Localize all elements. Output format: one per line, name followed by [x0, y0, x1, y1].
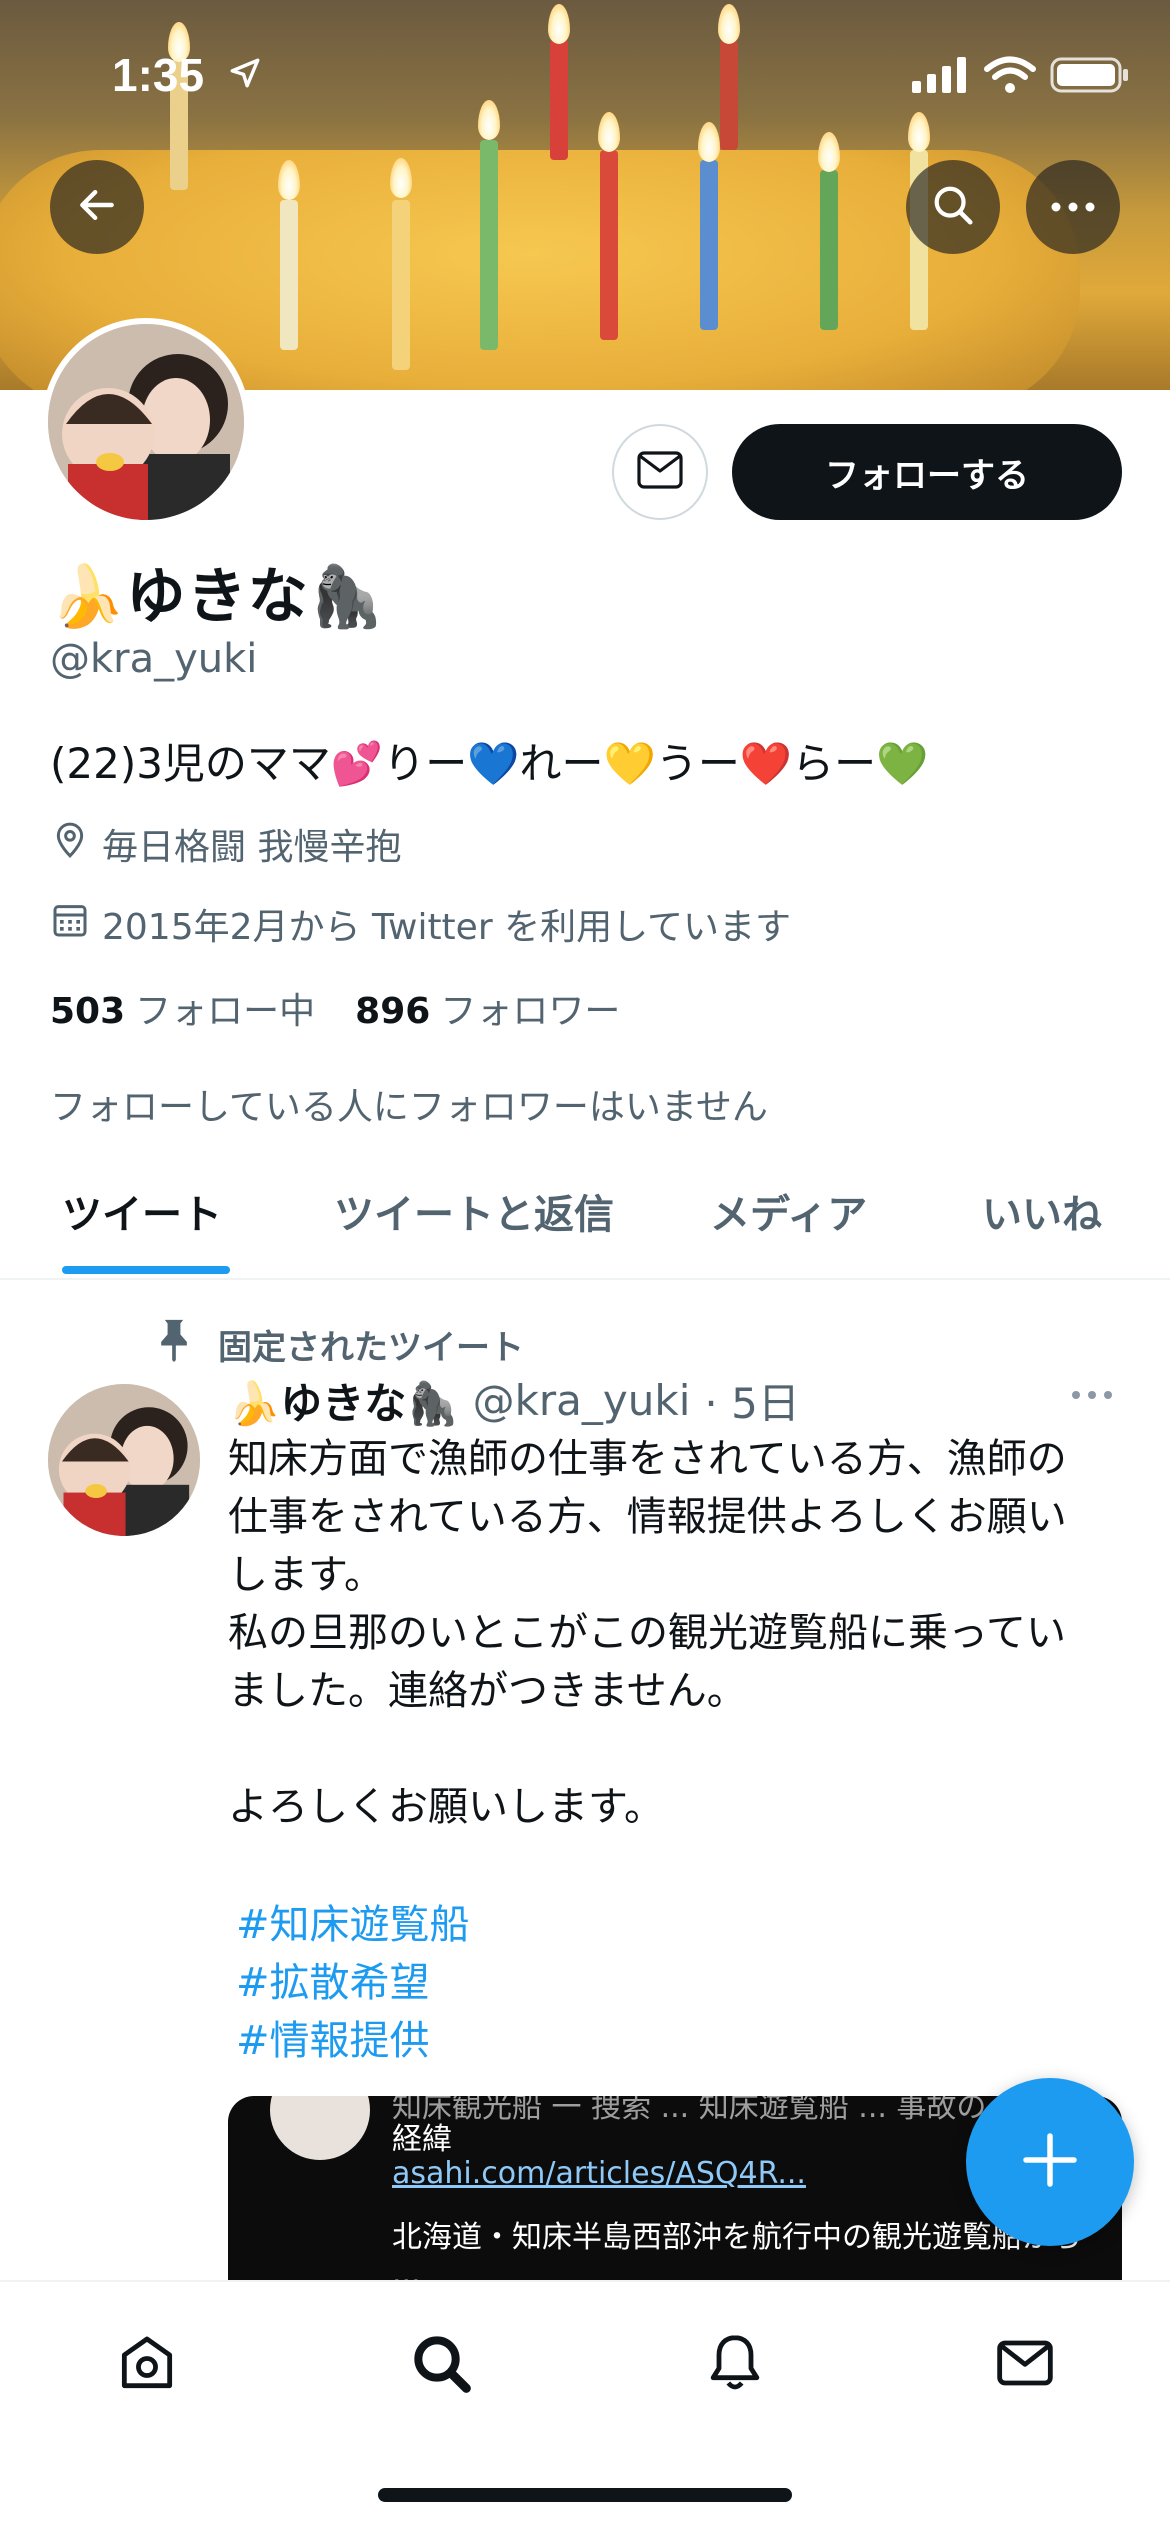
- battery-icon: [1050, 56, 1130, 98]
- hashtag-link[interactable]: #拡散希望: [236, 1954, 470, 2012]
- active-tab-indicator: [62, 1266, 230, 1274]
- quoted-avatar: [270, 2096, 370, 2160]
- tab-tweets[interactable]: ツイート: [62, 1182, 222, 1240]
- nav-messages[interactable]: [990, 2330, 1060, 2400]
- more-options-button[interactable]: [1026, 160, 1120, 254]
- home-icon: [115, 2331, 179, 2399]
- more-icon: [1050, 198, 1096, 217]
- pinned-text: 固定されたツイート: [218, 1328, 524, 1368]
- tweet-header: 🍌ゆきな🦍 @kra_yuki · 5日: [228, 1370, 1128, 1431]
- tweet-time[interactable]: · 5日: [704, 1370, 799, 1431]
- profile-avatar[interactable]: [42, 318, 250, 526]
- card-link[interactable]: asahi.com/articles/ASQ4R...: [392, 2156, 806, 2191]
- tweet-hashtags: #知床遊覧船 #拡散希望 #情報提供: [236, 1896, 470, 2070]
- search-button[interactable]: [906, 160, 1000, 254]
- followers-count: 896: [355, 991, 431, 1032]
- calendar-icon: [50, 900, 90, 949]
- tab-tweets-and-replies[interactable]: ツイートと返信: [334, 1182, 614, 1240]
- search-icon: [930, 182, 976, 232]
- tweet-text: 知床方面で漁師の仕事をされている方、漁師の 仕事をされている方、情報提供よろしく…: [228, 1436, 1067, 1830]
- wifi-icon: [984, 56, 1036, 98]
- card-line-2: 経緯: [392, 2122, 452, 2157]
- follow-button[interactable]: フォローする: [732, 424, 1122, 520]
- message-button[interactable]: [612, 424, 708, 520]
- followers-link[interactable]: 896 フォロワー: [355, 982, 620, 1034]
- home-indicator[interactable]: [378, 2488, 792, 2502]
- banner-candle: [392, 200, 410, 370]
- tab-likes[interactable]: いいね: [982, 1182, 1102, 1240]
- mail-icon: [637, 451, 683, 493]
- pinned-label: 固定されたツイート: [152, 1316, 524, 1373]
- follow-stats: 503 フォロー中 896 フォロワー: [50, 982, 620, 1034]
- card-line-3: 北海道・知床半島西部沖を航行中の観光遊覧船から: [392, 2220, 1082, 2255]
- banner-candle: [700, 160, 718, 330]
- banner-candle: [600, 150, 618, 340]
- mail-icon: [993, 2331, 1057, 2399]
- back-button[interactable]: [50, 160, 144, 254]
- profile-joined: 2015年2月から Twitter を利用しています: [50, 898, 791, 950]
- tab-media[interactable]: メディア: [710, 1182, 867, 1240]
- profile-name: 🍌ゆきな🦍: [50, 562, 385, 632]
- nav-search[interactable]: [406, 2330, 476, 2400]
- hashtag-link[interactable]: #知床遊覧船: [236, 1896, 470, 1954]
- following-label: フォロー中: [135, 991, 316, 1032]
- following-count: 503: [50, 991, 126, 1032]
- mutual-followers-note: フォローしている人にフォロワーはいません: [50, 1087, 768, 1128]
- hashtag-link[interactable]: #情報提供: [236, 2012, 470, 2070]
- profile-location: 毎日格闘 我慢辛抱: [50, 818, 401, 870]
- cellular-signal-icon: [912, 57, 970, 97]
- status-bar: 1:35: [0, 0, 1170, 150]
- joined-text: 2015年2月から Twitter を利用しています: [102, 907, 791, 948]
- tweet-author-avatar[interactable]: [48, 1384, 200, 1536]
- profile-handle: @kra_yuki: [50, 636, 258, 682]
- location-arrow-icon: [228, 56, 262, 94]
- pin-icon: [152, 1316, 196, 1373]
- search-icon: [409, 2331, 473, 2399]
- compose-tweet-button[interactable]: [966, 2078, 1134, 2246]
- bell-icon: [703, 2331, 767, 2399]
- tweet-more-icon[interactable]: [1070, 1386, 1114, 1405]
- location-text: 毎日格闘 我慢辛抱: [102, 827, 402, 868]
- compose-plus-icon: [1020, 2130, 1080, 2194]
- back-arrow-icon: [75, 183, 119, 231]
- tweet-author-name[interactable]: 🍌ゆきな🦍: [228, 1370, 459, 1431]
- followers-label: フォロワー: [440, 991, 621, 1032]
- profile-tabs: ツイート ツイートと返信 メディア いいね: [0, 1140, 1170, 1280]
- banner-candle: [480, 140, 498, 350]
- location-pin-icon: [50, 820, 90, 869]
- banner-candle: [280, 200, 298, 350]
- banner-candle: [820, 170, 838, 330]
- following-link[interactable]: 503 フォロー中: [50, 982, 315, 1034]
- nav-home[interactable]: [112, 2330, 182, 2400]
- nav-notifications[interactable]: [700, 2330, 770, 2400]
- status-time: 1:35: [112, 49, 205, 101]
- card-line-1: 知床観光船 一 捜索 ... 知床遊覧船 ... 事故の: [392, 2096, 987, 2125]
- profile-bio: (22)3児のママ💕りー💙れー💛うー❤️らー💚: [50, 739, 929, 788]
- tweet-author-handle[interactable]: @kra_yuki: [473, 1376, 691, 1425]
